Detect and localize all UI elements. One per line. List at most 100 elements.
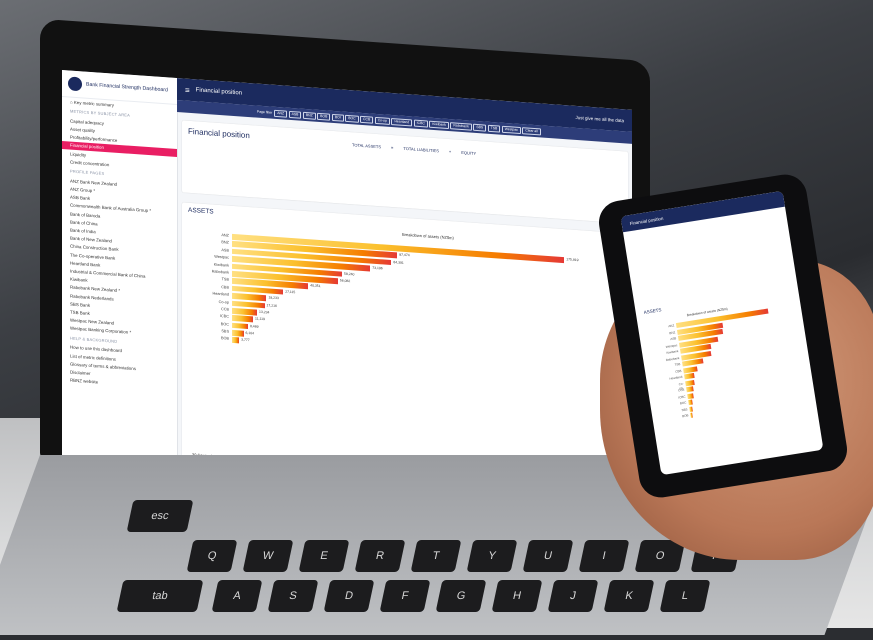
keyboard-key[interactable]: H	[491, 580, 543, 612]
bar[interactable]	[686, 386, 694, 393]
total-assets-heading: TOTAL ASSETS	[352, 142, 382, 150]
bar[interactable]	[687, 392, 694, 399]
total-liabilities-heading: TOTAL LIABILITIES	[403, 145, 439, 154]
keyboard-key[interactable]: G	[435, 580, 487, 612]
filter-chip[interactable]: BOC	[345, 114, 359, 123]
filter-chip[interactable]: Westpac	[501, 125, 521, 134]
bar-label: BOB	[681, 413, 689, 419]
keyboard-key[interactable]: esc	[126, 500, 194, 532]
bar-value-label: 40,351	[310, 283, 321, 289]
bar-chart: ANZ 175,919 BNZ 87,474 ASB 84,391 Westpac 73,19…	[212, 233, 588, 370]
bar-value-label: 8,469	[249, 323, 259, 329]
bar[interactable]	[232, 300, 265, 309]
bar-label: BOB	[220, 336, 229, 342]
bar[interactable]	[689, 406, 694, 412]
keyboard-key[interactable]: D	[323, 580, 375, 612]
keyboard-key[interactable]: A	[211, 580, 263, 612]
phone-bar-chart: ANZ BNZ ASB Westpac Kiwibank Rabobank TSB CBB He…	[665, 306, 800, 420]
bar-value-label: 27,115	[285, 289, 296, 295]
bar[interactable]	[684, 372, 695, 380]
brand-title: Bank Financial Strength Dashboard	[86, 81, 168, 94]
bar-value-label: 175,919	[566, 257, 579, 263]
bar-label: BNZ	[668, 329, 676, 335]
phone-assets-title: ASSETS	[643, 307, 662, 315]
filter-chip[interactable]: ICBC	[413, 119, 428, 128]
bar-label: Westpac	[214, 254, 229, 260]
phone-title: Financial position	[629, 215, 664, 226]
filter-chip[interactable]: Rabobank	[450, 121, 472, 131]
keyboard-key[interactable]: E	[298, 540, 350, 572]
keyboard-key[interactable]: K	[603, 580, 655, 612]
filter-chip[interactable]: BOB	[317, 112, 331, 121]
bar-label: BOC	[679, 400, 687, 406]
bar-label: ICBC	[678, 394, 686, 400]
keyboard-key[interactable]: Y	[466, 540, 518, 572]
bar-label: BNZ	[221, 240, 229, 246]
keyboard-key[interactable]: R	[354, 540, 406, 572]
bar-label: CCB	[677, 387, 685, 393]
bar-label: ICBC	[219, 314, 229, 319]
keyboard-key[interactable]: W	[242, 540, 294, 572]
bar[interactable]	[685, 379, 695, 386]
filter-chip[interactable]: ANZ	[274, 109, 288, 118]
bar-value-label: 73,196	[372, 265, 383, 271]
bar-label: ASB	[221, 247, 229, 253]
bar-label: Rabobank	[211, 269, 229, 275]
filter-chip[interactable]: BNZ	[302, 111, 316, 120]
main-content: Financial position TOTAL ASSETS ≡ TOTAL …	[182, 116, 628, 496]
bar-label: CBB	[221, 284, 229, 290]
bar-value-label: 18,233	[268, 295, 279, 301]
laptop-screen: Bank Financial Strength Dashboard ⌂ Key …	[62, 70, 632, 502]
bar[interactable]	[232, 329, 244, 337]
filter-chip[interactable]: Kiwibank	[429, 120, 449, 129]
bar[interactable]	[690, 412, 693, 418]
filter-chip[interactable]: ASB	[288, 110, 302, 119]
all-data-link[interactable]: Just give me all the data	[575, 114, 624, 122]
bar-label: Heartland	[212, 291, 229, 297]
filter-label: Page filter	[257, 109, 273, 115]
menu-icon[interactable]: ≡	[185, 85, 190, 94]
bar-label: Kiwibank	[213, 262, 229, 268]
sidebar: Bank Financial Strength Dashboard ⌂ Key …	[62, 70, 178, 471]
bar[interactable]	[232, 315, 253, 323]
keyboard-key[interactable]: L	[659, 580, 711, 612]
bar-label: ASB	[669, 336, 677, 342]
equals-icon: ≡	[391, 145, 394, 151]
filter-chip[interactable]: BOI	[331, 113, 344, 122]
bar-label: CCB	[220, 307, 229, 312]
bar-label: BOC	[220, 321, 229, 327]
bar-value-label: 13,234	[258, 309, 270, 315]
filter-chip[interactable]: SBS	[473, 123, 487, 132]
keyboard-key[interactable]: T	[410, 540, 462, 572]
bar[interactable]	[232, 322, 248, 330]
filter-chip[interactable]: TSB	[487, 124, 501, 133]
page-title: Financial position	[195, 87, 243, 97]
bar-label: TSB	[221, 277, 229, 283]
bar[interactable]	[232, 337, 240, 344]
keyboard-key[interactable]: F	[379, 580, 431, 612]
keyboard-key[interactable]: S	[267, 580, 319, 612]
filter-chip[interactable]: CCB	[360, 115, 374, 124]
bar-label: Co-op	[218, 299, 229, 305]
keyboard-key[interactable]: U	[522, 540, 574, 572]
filter-chip[interactable]: Clear all	[522, 126, 541, 135]
logo-icon	[68, 76, 82, 92]
bar-label: Kiwibank	[666, 349, 679, 355]
bar-label: Westpac	[665, 342, 678, 349]
help-list: How to use this dashboard List of metric …	[62, 343, 177, 392]
filter-chip[interactable]: Co-op	[374, 116, 390, 125]
filter-chip[interactable]: Heartland	[391, 117, 413, 126]
keyboard-key[interactable]: J	[547, 580, 599, 612]
bar-label: Rabobank	[665, 355, 680, 362]
bar-value-label: 84,391	[393, 259, 404, 265]
assets-card: ASSETS Breakdown of assets (NZ$m) ANZ 175…	[182, 202, 628, 496]
keyboard-key[interactable]: I	[578, 540, 630, 572]
bar-label: CBB	[674, 368, 682, 374]
bar[interactable]	[688, 399, 694, 406]
bar[interactable]	[232, 307, 257, 316]
bar-value-label: 6,104	[245, 330, 255, 336]
bar-label: SBS	[221, 329, 229, 334]
bar-value-label: 56,082	[339, 278, 351, 284]
keyboard-key[interactable]: Q	[186, 540, 238, 572]
keyboard-key[interactable]: tab	[116, 580, 204, 612]
